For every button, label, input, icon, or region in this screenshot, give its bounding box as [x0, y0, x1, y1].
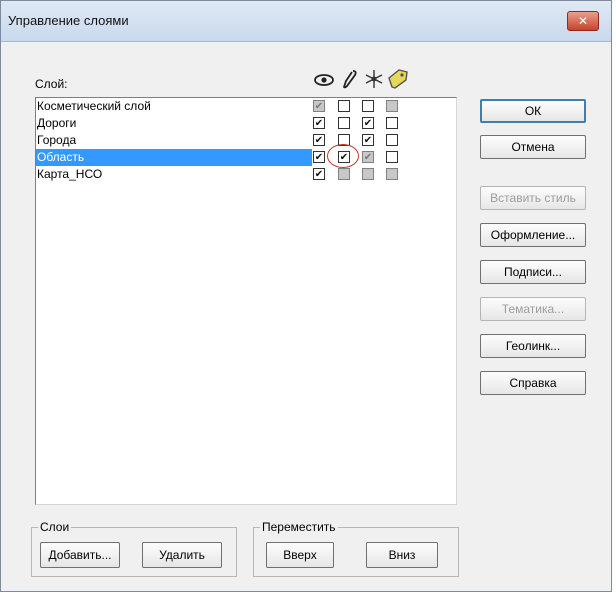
- layer-checkbox-visible-eye[interactable]: [313, 134, 325, 146]
- layers-group-legend: Слои: [38, 520, 72, 534]
- layer-checkbox-label-tag[interactable]: [386, 100, 398, 112]
- select-cursor-icon: [365, 70, 383, 88]
- design-button[interactable]: Оформление...: [480, 223, 586, 247]
- add-layer-button[interactable]: Добавить...: [40, 542, 120, 568]
- layer-checkbox-edit-pencil[interactable]: [338, 151, 350, 163]
- remove-layer-button[interactable]: Удалить: [142, 542, 222, 568]
- layer-checkbox-label-tag[interactable]: [386, 117, 398, 129]
- layer-checkbox-label-tag[interactable]: [386, 134, 398, 146]
- move-group: Переместить Вверх Вниз: [253, 520, 459, 577]
- layer-checkbox-select-cursor[interactable]: [362, 134, 374, 146]
- title-bar[interactable]: Управление слоями ✕: [1, 1, 611, 42]
- layer-control-dialog: Управление слоями ✕ Слой: Косметический …: [0, 0, 612, 592]
- paste-style-button[interactable]: Вставить стиль: [480, 186, 586, 210]
- layer-row[interactable]: Дороги: [36, 115, 456, 132]
- layer-checkbox-visible-eye[interactable]: [313, 100, 325, 112]
- layer-checkbox-visible-eye[interactable]: [313, 168, 325, 180]
- layer-row[interactable]: Область: [36, 149, 456, 166]
- layer-checkbox-edit-pencil[interactable]: [338, 134, 350, 146]
- visible-eye-icon: [314, 74, 334, 86]
- layer-checkbox-edit-pencil[interactable]: [338, 117, 350, 129]
- cancel-button[interactable]: Отмена: [480, 135, 586, 159]
- layer-checkbox-label-tag[interactable]: [386, 151, 398, 163]
- layer-checkbox-visible-eye[interactable]: [313, 151, 325, 163]
- move-down-button[interactable]: Вниз: [366, 542, 438, 568]
- geolink-button[interactable]: Геолинк...: [480, 334, 586, 358]
- labels-button[interactable]: Подписи...: [480, 260, 586, 284]
- layer-checkbox-label-tag[interactable]: [386, 168, 398, 180]
- edit-pencil-icon: [342, 70, 357, 89]
- layer-checkbox-edit-pencil[interactable]: [338, 100, 350, 112]
- move-up-button[interactable]: Вверх: [266, 542, 334, 568]
- layer-checkbox-select-cursor[interactable]: [362, 168, 374, 180]
- layer-row[interactable]: Города: [36, 132, 456, 149]
- thematic-button[interactable]: Тематика...: [480, 297, 586, 321]
- layers-group: Слои Добавить... Удалить: [31, 520, 237, 577]
- layer-name: Города: [37, 133, 77, 147]
- layer-checkbox-visible-eye[interactable]: [313, 117, 325, 129]
- layer-checkbox-edit-pencil[interactable]: [338, 168, 350, 180]
- layer-checkbox-select-cursor[interactable]: [362, 117, 374, 129]
- layer-name: Карта_НСО: [37, 167, 103, 181]
- ok-button[interactable]: ОК: [480, 99, 586, 123]
- layer-name: Косметический слой: [37, 99, 151, 113]
- layer-name: Область: [36, 149, 312, 166]
- help-button[interactable]: Справка: [480, 371, 586, 395]
- layer-list-header: Слой:: [35, 77, 68, 91]
- move-group-legend: Переместить: [260, 520, 338, 534]
- layer-row[interactable]: Карта_НСО: [36, 166, 456, 183]
- layer-name: Дороги: [37, 116, 77, 130]
- layer-list[interactable]: Косметический слой Дороги Города ОбластьКар…: [35, 97, 457, 505]
- close-button[interactable]: ✕: [567, 11, 599, 31]
- layer-checkbox-select-cursor[interactable]: [362, 100, 374, 112]
- label-tag-icon: [388, 69, 408, 89]
- window-title: Управление слоями: [8, 13, 129, 28]
- layer-checkbox-select-cursor[interactable]: [362, 151, 374, 163]
- layer-row[interactable]: Косметический слой: [36, 98, 456, 115]
